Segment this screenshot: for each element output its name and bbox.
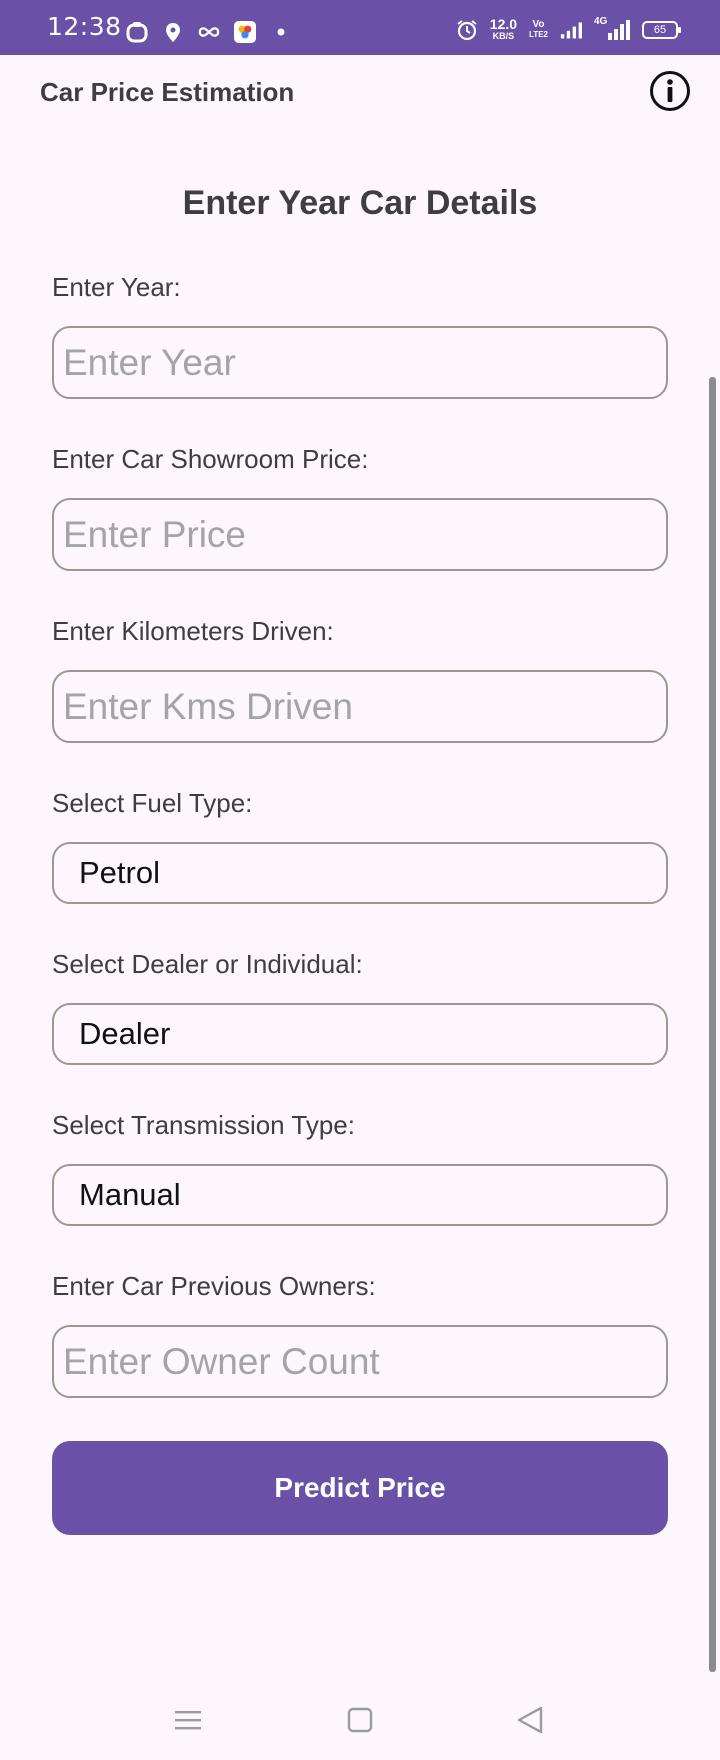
- status-bar: 12:38 12.0 KB/S Vo LTE2 4G 65: [0, 0, 720, 55]
- scrollbar[interactable]: [709, 377, 716, 1672]
- owners-input[interactable]: [52, 1325, 668, 1398]
- seller-type-value: Dealer: [79, 1016, 171, 1051]
- home-button[interactable]: [330, 1690, 390, 1750]
- transmission-label: Select Transmission Type:: [52, 1110, 355, 1140]
- price-input[interactable]: [52, 498, 668, 571]
- predict-price-button[interactable]: Predict Price: [52, 1441, 668, 1535]
- back-icon: [517, 1706, 543, 1734]
- network-speed-unit: KB/S: [492, 31, 515, 41]
- status-time: 12:38: [47, 12, 122, 41]
- form-heading: Enter Year Car Details: [182, 184, 538, 222]
- volte-indicator: Vo LTE2: [529, 18, 548, 40]
- battery-level: 65: [653, 23, 667, 36]
- status-left-icons: [126, 21, 292, 43]
- network-speed: 12.0 KB/S: [489, 16, 518, 41]
- app-title: Car Price Estimation: [40, 77, 295, 107]
- dot-icon: [270, 21, 292, 43]
- infinity-icon: [198, 21, 220, 43]
- location-pin-icon: [162, 21, 184, 43]
- status-right-icons: 12.0 KB/S Vo LTE2 4G 65: [456, 15, 681, 41]
- kms-label: Enter Kilometers Driven:: [52, 616, 334, 646]
- signal-4g-icon: 4G: [594, 15, 630, 41]
- back-button[interactable]: [500, 1690, 560, 1750]
- seller-type-select[interactable]: Dealer: [52, 1003, 668, 1065]
- network-type: 4G: [594, 15, 608, 27]
- battery-icon: 65: [642, 20, 681, 39]
- transmission-value: Manual: [79, 1177, 181, 1212]
- seller-type-label: Select Dealer or Individual:: [52, 949, 363, 979]
- nav-bar: [0, 1690, 720, 1760]
- notification-app-icon: [126, 21, 148, 43]
- volte-bottom: LTE2: [529, 29, 548, 39]
- alarm-icon: [456, 19, 478, 41]
- year-input[interactable]: [52, 326, 668, 399]
- year-label: Enter Year:: [52, 272, 181, 302]
- transmission-select[interactable]: Manual: [52, 1164, 668, 1226]
- fuel-type-value: Petrol: [79, 855, 160, 890]
- photos-app-icon: [234, 21, 256, 43]
- network-speed-value: 12.0: [489, 16, 518, 32]
- app-bar: Car Price Estimation: [0, 55, 720, 131]
- kms-input[interactable]: [52, 670, 668, 743]
- home-icon: [347, 1707, 373, 1733]
- fuel-type-select[interactable]: Petrol: [52, 842, 668, 904]
- volte-top: Vo: [532, 18, 545, 30]
- owners-label: Enter Car Previous Owners:: [52, 1271, 376, 1301]
- menu-icon: [175, 1711, 201, 1730]
- info-icon: [667, 79, 673, 102]
- fuel-type-label: Select Fuel Type:: [52, 788, 253, 818]
- menu-button[interactable]: [158, 1690, 218, 1750]
- price-label: Enter Car Showroom Price:: [52, 444, 369, 474]
- signal-icon: [560, 19, 582, 41]
- info-button[interactable]: [650, 71, 690, 111]
